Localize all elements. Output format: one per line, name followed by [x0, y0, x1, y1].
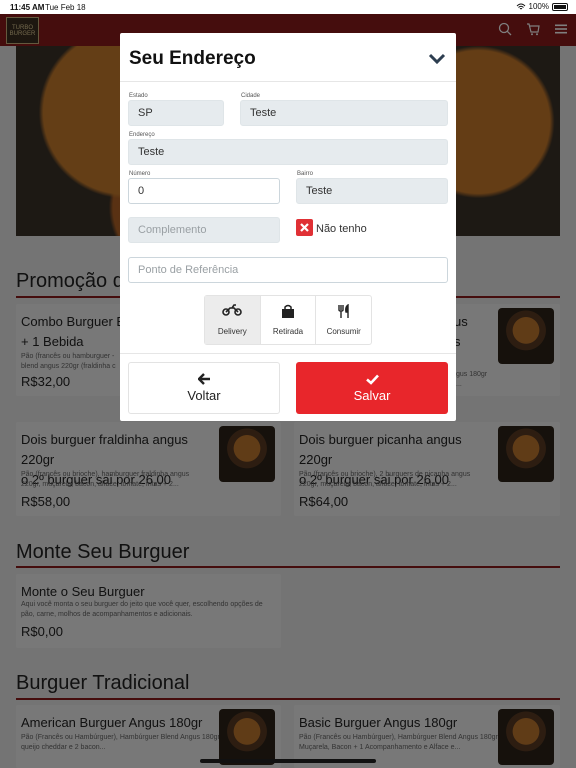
- cutlery-icon: [337, 304, 349, 318]
- bairro-field[interactable]: Teste: [296, 178, 448, 204]
- voltar-label: Voltar: [187, 388, 221, 403]
- mode-consumir-label: Consumir: [326, 327, 361, 336]
- x-icon: [300, 223, 309, 232]
- salvar-label: Salvar: [353, 387, 391, 403]
- chevron-down-icon[interactable]: [428, 53, 446, 64]
- cidade-field[interactable]: Teste: [240, 100, 448, 126]
- complemento-field[interactable]: Complemento: [128, 217, 280, 243]
- battery-percent: 100%: [528, 2, 549, 11]
- shopping-bag-icon: [282, 304, 294, 318]
- home-indicator[interactable]: [200, 759, 376, 763]
- address-modal: Seu Endereço Estado SP Cidade Teste Ende…: [120, 33, 456, 421]
- wifi-icon: [516, 3, 525, 9]
- cidade-label: Cidade: [241, 93, 261, 99]
- battery-icon: [552, 2, 568, 11]
- nao-tenho-label: Não tenho: [316, 223, 367, 235]
- checkmark-icon: [365, 374, 379, 385]
- estado-label: Estado: [129, 93, 148, 99]
- status-right: 100%: [516, 2, 568, 11]
- status-date: Tue Feb 18: [45, 3, 86, 12]
- voltar-button[interactable]: Voltar: [128, 362, 280, 414]
- nao-tenho-checkbox[interactable]: [296, 219, 313, 236]
- estado-field[interactable]: SP: [128, 100, 224, 126]
- status-time: 11:45 AM: [10, 3, 45, 12]
- motorcycle-icon: [222, 304, 243, 316]
- status-bar: 11:45 AM Tue Feb 18 100%: [0, 0, 576, 14]
- bairro-label: Bairro: [297, 171, 314, 177]
- modal-title: Seu Endereço: [129, 48, 256, 69]
- arrow-left-icon: [197, 373, 210, 385]
- mode-delivery[interactable]: Delivery: [205, 296, 261, 344]
- salvar-button[interactable]: Salvar: [296, 362, 448, 414]
- modal-divider: [120, 353, 456, 354]
- mode-retirada-label: Retirada: [272, 327, 304, 336]
- mode-delivery-label: Delivery: [217, 327, 247, 336]
- numero-label: Número: [129, 171, 151, 177]
- order-type-selector: Delivery Retirada Consumir: [204, 295, 372, 345]
- mode-consumir[interactable]: Consumir: [316, 296, 371, 344]
- endereco-label: Endereço: [129, 132, 155, 138]
- referencia-field[interactable]: Ponto de Referência: [128, 257, 448, 283]
- modal-divider: [120, 81, 456, 82]
- mode-retirada[interactable]: Retirada: [261, 296, 317, 344]
- endereco-field[interactable]: Teste: [128, 139, 448, 165]
- numero-field[interactable]: 0: [128, 178, 280, 204]
